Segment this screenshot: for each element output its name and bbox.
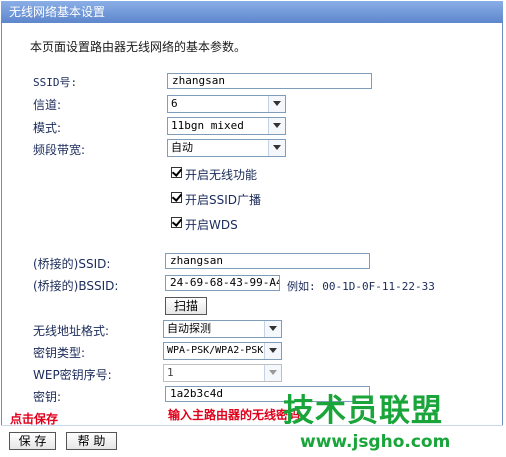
key-type-label: 密钥类型: bbox=[33, 346, 86, 360]
bandwidth-label: 频段带宽: bbox=[33, 143, 86, 157]
bridge-ssid-label: (桥接的)SSID: bbox=[33, 257, 111, 271]
bandwidth-value: 自动 bbox=[171, 141, 193, 154]
watermark-logo: 技术员联盟 bbox=[283, 393, 443, 429]
address-format-value: 自动探测 bbox=[167, 322, 211, 335]
chevron-down-icon bbox=[268, 96, 285, 112]
scan-button[interactable]: 扫描 bbox=[165, 297, 207, 315]
help-button[interactable]: 帮 助 bbox=[66, 432, 117, 450]
enable-wireless-label: 开启无线功能 bbox=[185, 168, 258, 182]
channel-value: 6 bbox=[171, 97, 178, 110]
chevron-down-icon bbox=[264, 321, 281, 337]
ssid-input[interactable]: zhangsan bbox=[167, 73, 372, 89]
bridge-ssid-input[interactable]: zhangsan bbox=[165, 253, 370, 269]
ssid-label: SSID号: bbox=[33, 76, 78, 89]
enable-wireless-checkbox[interactable] bbox=[171, 167, 182, 178]
wep-index-label: WEP密钥序号: bbox=[33, 368, 112, 382]
window-title: 无线网络基本设置 bbox=[1, 1, 503, 23]
key-type-value: WPA-PSK/WPA2-PSK bbox=[167, 345, 264, 356]
key-label: 密钥: bbox=[33, 390, 62, 404]
wep-index-select[interactable]: 1 bbox=[163, 364, 282, 382]
mode-value: 11bgn mixed bbox=[171, 119, 244, 132]
watermark-url: www.jsgho.com bbox=[300, 432, 451, 452]
chevron-down-icon bbox=[264, 365, 281, 381]
bridge-bssid-input[interactable]: 24-69-68-43-99-A4 bbox=[165, 275, 280, 291]
channel-label: 信道: bbox=[33, 98, 62, 112]
bssid-example: 例如: 00-1D-0F-11-22-33 bbox=[287, 280, 435, 293]
chevron-down-icon bbox=[268, 118, 285, 134]
address-format-label: 无线地址格式: bbox=[33, 324, 110, 338]
key-type-select[interactable]: WPA-PSK/WPA2-PSK bbox=[163, 342, 282, 360]
mode-label: 模式: bbox=[33, 121, 62, 135]
address-format-select[interactable]: 自动探测 bbox=[163, 320, 282, 338]
enable-ssid-broadcast-checkbox[interactable] bbox=[171, 192, 182, 203]
enable-ssid-broadcast-label: 开启SSID广播 bbox=[185, 193, 262, 207]
chevron-down-icon bbox=[264, 343, 281, 359]
bridge-bssid-label: (桥接的)BSSID: bbox=[33, 279, 119, 293]
intro-text: 本页面设置路由器无线网络的基本参数。 bbox=[30, 40, 247, 54]
bandwidth-select[interactable]: 自动 bbox=[167, 139, 286, 157]
chevron-down-icon bbox=[268, 140, 285, 156]
enable-wds-label: 开启WDS bbox=[185, 218, 238, 232]
save-button[interactable]: 保 存 bbox=[9, 432, 56, 450]
wep-index-value: 1 bbox=[167, 366, 174, 379]
enable-wds-checkbox[interactable] bbox=[171, 217, 182, 228]
enter-password-annotation: 输入主路由器的无线密码 bbox=[168, 408, 301, 422]
channel-select[interactable]: 6 bbox=[167, 95, 286, 113]
mode-select[interactable]: 11bgn mixed bbox=[167, 117, 286, 135]
